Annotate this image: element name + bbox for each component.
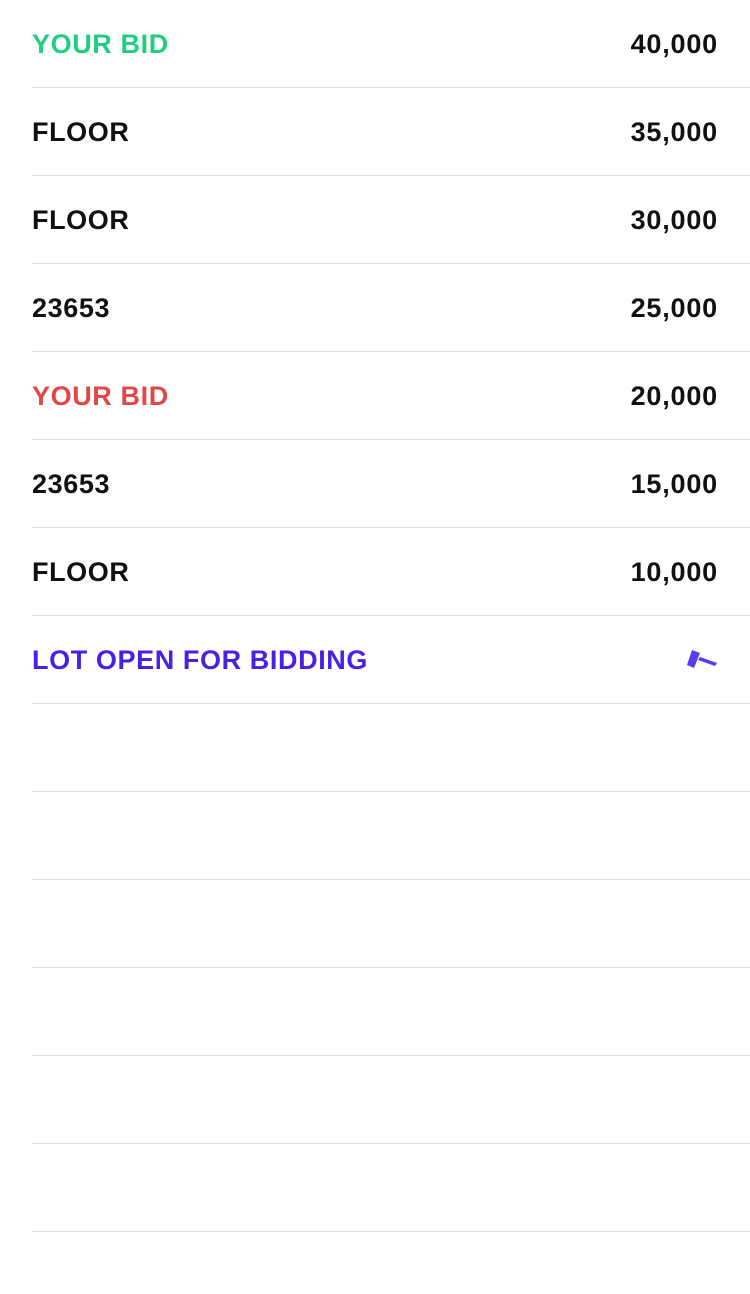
empty-row — [32, 792, 750, 880]
bid-label: 23653 — [32, 469, 111, 499]
empty-row — [32, 704, 750, 792]
bid-amount: 40,000 — [630, 29, 718, 59]
bid-amount: 20,000 — [630, 381, 718, 411]
bid-amount: 15,000 — [630, 469, 718, 499]
bid-amount: 30,000 — [630, 205, 718, 235]
bid-row[interactable]: YOUR BID 40,000 — [32, 0, 750, 88]
bid-amount: 10,000 — [630, 557, 718, 587]
bid-label: YOUR BID — [32, 29, 169, 59]
bid-row[interactable]: 23653 25,000 — [32, 264, 750, 352]
bid-amount: 35,000 — [630, 117, 718, 147]
empty-row — [32, 1144, 750, 1232]
bid-list: YOUR BID 40,000 FLOOR 35,000 FLOOR 30,00… — [0, 0, 750, 1232]
empty-row — [32, 968, 750, 1056]
bid-row[interactable]: FLOOR 10,000 — [32, 528, 750, 616]
empty-row — [32, 1056, 750, 1144]
bid-row[interactable]: YOUR BID 20,000 — [32, 352, 750, 440]
bid-label: 23653 — [32, 293, 111, 323]
bid-label: FLOOR — [32, 117, 130, 147]
bid-label: FLOOR — [32, 557, 130, 587]
lot-status-row[interactable]: LOT OPEN FOR BIDDING — [32, 616, 750, 704]
bid-row[interactable]: 23653 15,000 — [32, 440, 750, 528]
bid-row[interactable]: FLOOR 35,000 — [32, 88, 750, 176]
bid-row[interactable]: FLOOR 30,000 — [32, 176, 750, 264]
gavel-icon[interactable] — [686, 646, 718, 674]
bid-amount: 25,000 — [630, 293, 718, 323]
lot-status-label: LOT OPEN FOR BIDDING — [32, 645, 368, 675]
bid-label: YOUR BID — [32, 381, 169, 411]
bid-label: FLOOR — [32, 205, 130, 235]
empty-row — [32, 880, 750, 968]
